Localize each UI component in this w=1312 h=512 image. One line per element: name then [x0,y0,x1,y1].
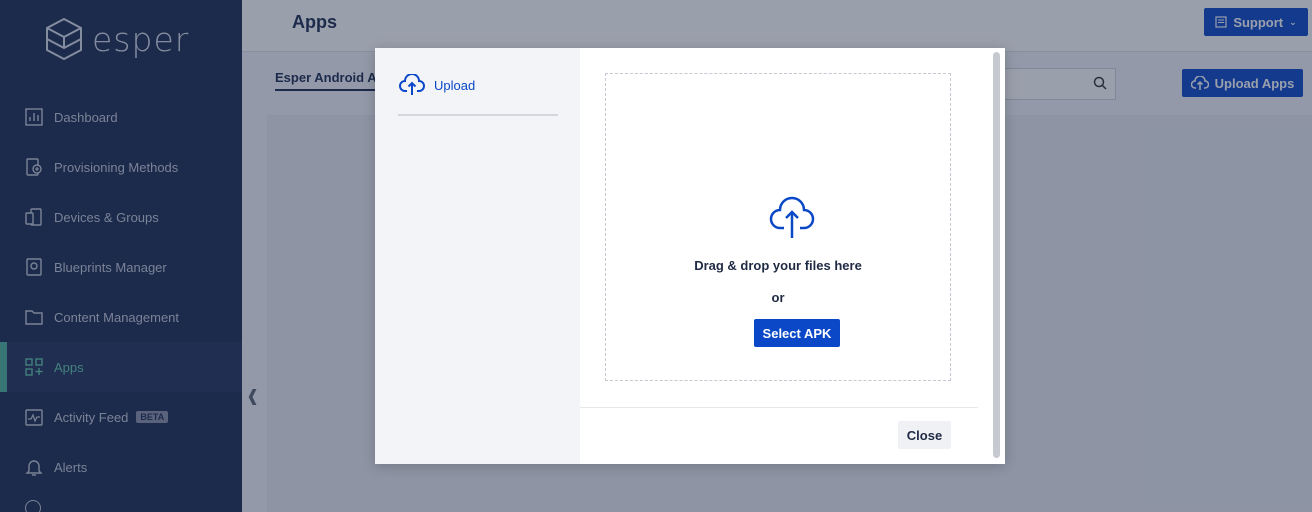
upload-modal: Upload Drag & drop your files here or Se… [375,48,1005,464]
step-upload-label: Upload [434,77,476,93]
cloud-upload-icon [769,196,815,245]
file-dropzone[interactable]: Drag & drop your files here or Select AP… [605,73,951,381]
step-divider [398,114,558,116]
select-apk-button[interactable]: Select APK [754,319,840,347]
step-upload[interactable]: Upload [399,74,475,96]
close-button[interactable]: Close [898,421,951,449]
drop-instructions: Drag & drop your files here [694,258,862,273]
or-text: or [771,290,785,305]
cloud-upload-icon [399,74,425,95]
modal-footer-divider [580,407,978,408]
modal-scrollbar[interactable] [993,52,1000,458]
modal-steps-panel: Upload [375,48,580,464]
